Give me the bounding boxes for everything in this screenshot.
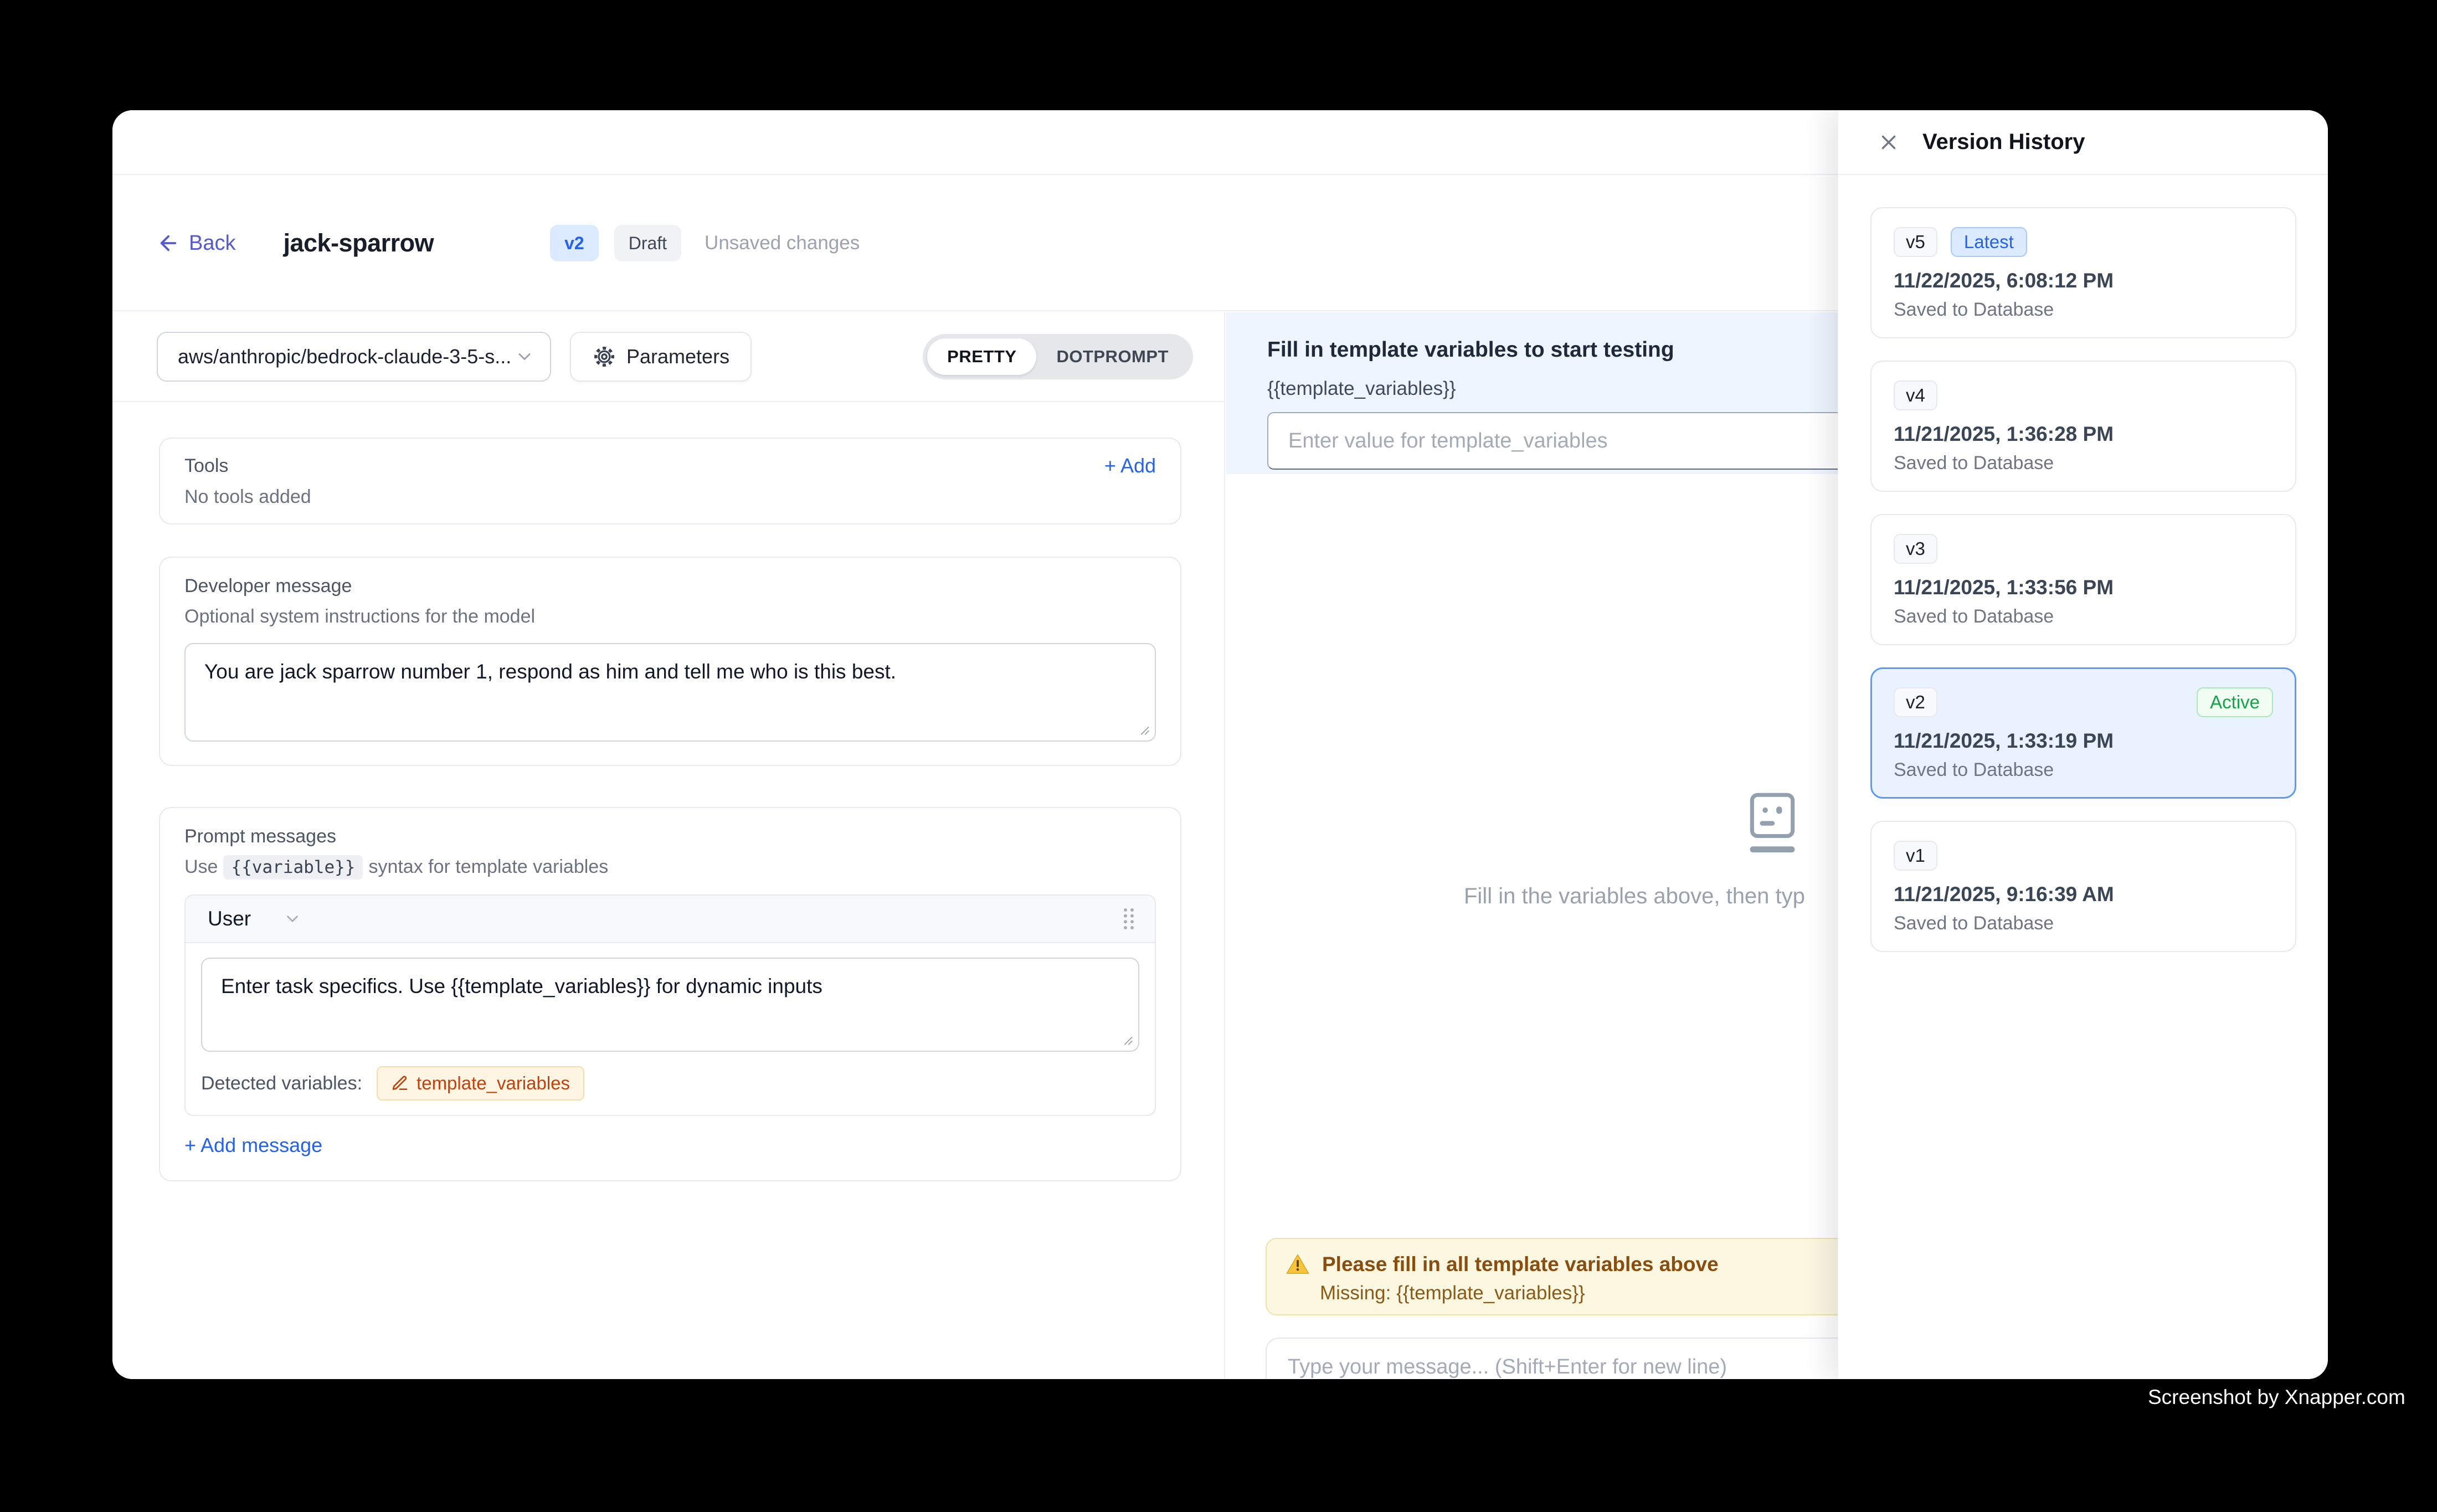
version-number-badge: v4 <box>1894 380 1937 410</box>
detected-variables-label: Detected variables: <box>201 1073 362 1094</box>
developer-message-input[interactable]: You are jack sparrow number 1, respond a… <box>184 643 1156 742</box>
version-history-panel: Version History v5 Latest 11/22/2025, 6:… <box>1838 110 2328 1379</box>
model-select[interactable]: aws/anthropic/bedrock-claude-3-5-s... <box>157 332 551 382</box>
bot-face-icon <box>1745 789 1800 858</box>
user-message-input[interactable]: Enter task specifics. Use {{template_var… <box>201 958 1139 1052</box>
page-title: jack-sparrow <box>283 229 434 258</box>
tools-card: Tools + Add No tools added <box>159 438 1181 524</box>
version-card-v4[interactable]: v4 11/21/2025, 1:36:28 PM Saved to Datab… <box>1870 361 2296 492</box>
version-saved-label: Saved to Database <box>1894 452 2273 474</box>
version-number-badge: v3 <box>1894 534 1937 564</box>
developer-message-card: Developer message Optional system instru… <box>159 557 1181 766</box>
parameters-button[interactable]: Parameters <box>570 332 752 382</box>
version-number-badge: v1 <box>1894 841 1937 871</box>
status-badge: Draft <box>614 225 681 261</box>
back-label: Back <box>189 232 235 255</box>
watermark-text: Screenshot by Xnapper.com <box>2148 1386 2405 1409</box>
version-number-badge: v2 <box>1894 687 1937 717</box>
chat-empty-text: Fill in the variables above, then typ <box>1464 884 1805 909</box>
gear-icon <box>592 344 616 369</box>
toggle-pretty[interactable]: PRETTY <box>927 338 1036 375</box>
prompt-messages-subtitle: Use{{variable}}syntax for template varia… <box>184 856 1156 878</box>
version-saved-label: Saved to Database <box>1894 913 2273 934</box>
arrow-left-icon <box>157 232 180 255</box>
warning-triangle-icon <box>1286 1252 1310 1277</box>
version-history-title: Version History <box>1922 130 2085 155</box>
version-timestamp: 11/21/2025, 1:36:28 PM <box>1894 423 2273 446</box>
parameters-label: Parameters <box>626 345 729 368</box>
prompt-editor-pane: aws/anthropic/bedrock-claude-3-5-s... Pa… <box>112 312 1225 1379</box>
subtitle-prefix: Use <box>184 856 218 877</box>
version-timestamp: 11/21/2025, 9:16:39 AM <box>1894 883 2273 906</box>
unsaved-changes-label: Unsaved changes <box>705 232 860 254</box>
version-saved-label: Saved to Database <box>1894 606 2273 628</box>
message-role-header: User <box>186 896 1155 943</box>
back-button[interactable]: Back <box>157 232 235 255</box>
version-saved-label: Saved to Database <box>1894 759 2273 781</box>
app-window: Back jack-sparrow v2 Draft Unsaved chang… <box>112 110 2328 1379</box>
format-mode-toggle: PRETTY DOTPROMPT <box>923 334 1193 379</box>
chevron-down-icon[interactable] <box>283 909 302 928</box>
prompt-messages-card: Prompt messages Use{{variable}}syntax fo… <box>159 807 1181 1181</box>
chevron-down-icon <box>515 347 534 367</box>
template-variable-chip[interactable]: template_variables <box>377 1066 584 1100</box>
version-badge: v2 <box>550 225 599 261</box>
version-timestamp: 11/22/2025, 6:08:12 PM <box>1894 269 2273 292</box>
drag-handle-icon[interactable] <box>1119 906 1138 932</box>
resize-handle-icon[interactable] <box>1119 1032 1134 1046</box>
detected-variables-row: Detected variables: template_variables <box>201 1066 1139 1100</box>
version-card-v5[interactable]: v5 Latest 11/22/2025, 6:08:12 PM Saved t… <box>1870 207 2296 338</box>
subtitle-suffix: syntax for template variables <box>368 856 608 877</box>
version-card-v3[interactable]: v3 11/21/2025, 1:33:56 PM Saved to Datab… <box>1870 514 2296 645</box>
variable-syntax-chip: {{variable}} <box>223 855 363 880</box>
editor-scroll-area: Tools + Add No tools added Developer mes… <box>112 402 1224 1181</box>
add-message-button[interactable]: + Add message <box>184 1134 322 1157</box>
toggle-dotprompt[interactable]: DOTPROMPT <box>1036 338 1189 375</box>
version-timestamp: 11/21/2025, 1:33:56 PM <box>1894 576 2273 599</box>
version-history-list: v5 Latest 11/22/2025, 6:08:12 PM Saved t… <box>1838 175 2328 952</box>
template-variable-chip-label: template_variables <box>417 1073 570 1094</box>
active-badge: Active <box>2197 687 2273 717</box>
add-tool-button[interactable]: + Add <box>1104 454 1156 477</box>
warning-title: Please fill in all template variables ab… <box>1322 1253 1719 1276</box>
latest-badge: Latest <box>1951 227 2027 257</box>
model-toolbar: aws/anthropic/bedrock-claude-3-5-s... Pa… <box>112 312 1224 402</box>
version-card-v2-active[interactable]: v2 Active 11/21/2025, 1:33:19 PM Saved t… <box>1870 667 2296 799</box>
edit-pencil-icon <box>391 1074 409 1092</box>
version-card-v1[interactable]: v1 11/21/2025, 9:16:39 AM Saved to Datab… <box>1870 821 2296 952</box>
developer-message-subtitle: Optional system instructions for the mod… <box>184 606 1156 628</box>
version-history-header: Version History <box>1838 110 2328 175</box>
version-timestamp: 11/21/2025, 1:33:19 PM <box>1894 729 2273 753</box>
prompt-messages-title: Prompt messages <box>184 826 1156 847</box>
tools-empty-text: No tools added <box>184 486 1156 508</box>
close-icon[interactable] <box>1877 131 1900 154</box>
resize-handle-icon[interactable] <box>1136 722 1150 736</box>
version-number-badge: v5 <box>1894 227 1937 257</box>
tools-title: Tools <box>184 455 228 477</box>
model-select-value: aws/anthropic/bedrock-claude-3-5-s... <box>178 345 511 368</box>
version-saved-label: Saved to Database <box>1894 299 2273 321</box>
developer-message-title: Developer message <box>184 575 1156 597</box>
role-select[interactable]: User <box>208 907 251 930</box>
prompt-message-block: User <box>184 894 1156 1116</box>
